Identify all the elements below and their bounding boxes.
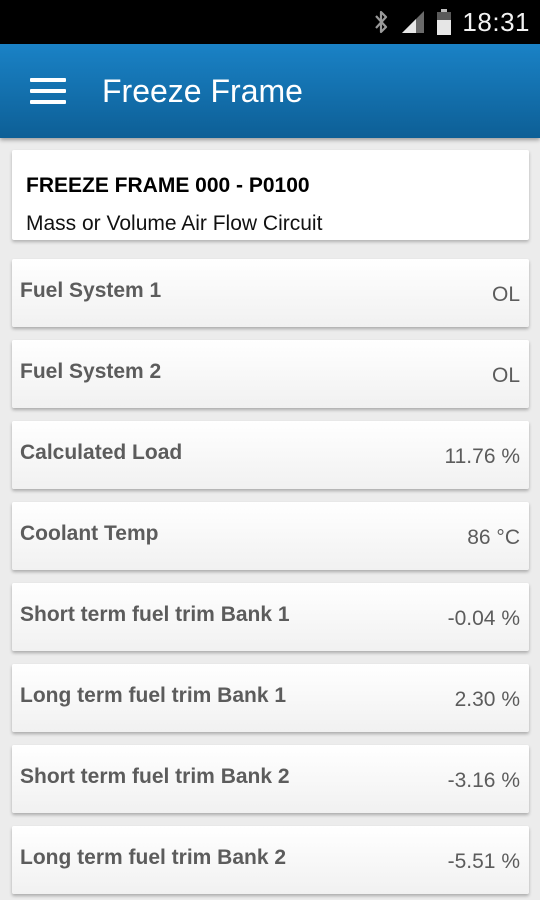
parameter-label: Short term fuel trim Bank 2 [20, 765, 290, 788]
parameter-value: 2.30 % [454, 688, 520, 711]
parameter-row[interactable]: Short term fuel trim Bank 2 -3.16 % [12, 745, 529, 813]
parameter-label: Short term fuel trim Bank 1 [20, 603, 290, 626]
parameter-label: Fuel System 1 [20, 279, 162, 302]
parameter-row[interactable]: Long term fuel trim Bank 2 -5.51 % [12, 826, 529, 894]
battery-icon [437, 9, 452, 35]
parameter-value: OL [491, 364, 520, 387]
parameter-row[interactable]: Long term fuel trim Bank 1 2.30 % [12, 664, 529, 732]
parameter-value: OL [491, 283, 520, 306]
parameter-label: Calculated Load [20, 441, 183, 464]
parameter-row[interactable]: Fuel System 2 OL [12, 340, 529, 408]
parameter-row[interactable]: Calculated Load 11.76 % [12, 421, 529, 489]
parameter-row[interactable]: Short term fuel trim Bank 1 -0.04 % [12, 583, 529, 651]
parameter-label: Coolant Temp [20, 522, 159, 545]
parameter-value: -5.51 % [447, 850, 520, 873]
signal-icon [402, 11, 425, 33]
bluetooth-icon [375, 10, 388, 34]
freeze-frame-header-card: FREEZE FRAME 000 - P0100 Mass or Volume … [12, 150, 529, 240]
freeze-frame-description: Mass or Volume Air Flow Circuit [26, 212, 323, 235]
parameter-label: Fuel System 2 [20, 360, 162, 383]
parameter-value: 11.76 % [444, 445, 521, 468]
parameter-row[interactable]: Fuel System 1 OL [12, 259, 529, 327]
freeze-frame-title: FREEZE FRAME 000 - P0100 [26, 174, 310, 197]
status-time: 18:31 [462, 6, 530, 37]
hamburger-menu-icon[interactable] [30, 78, 66, 104]
status-icons: 18:31 [372, 0, 530, 44]
parameter-label: Long term fuel trim Bank 2 [20, 846, 287, 869]
parameter-value: -0.04 % [447, 607, 520, 630]
parameter-value: -3.16 % [447, 769, 520, 792]
parameter-row[interactable]: Coolant Temp 86 °C [12, 502, 529, 570]
app-bar: Freeze Frame [0, 44, 540, 138]
parameter-label: Long term fuel trim Bank 1 [20, 684, 287, 707]
status-bar: 18:31 [0, 0, 540, 44]
app-title: Freeze Frame [102, 72, 303, 109]
parameter-value: 86 °C [467, 526, 520, 549]
